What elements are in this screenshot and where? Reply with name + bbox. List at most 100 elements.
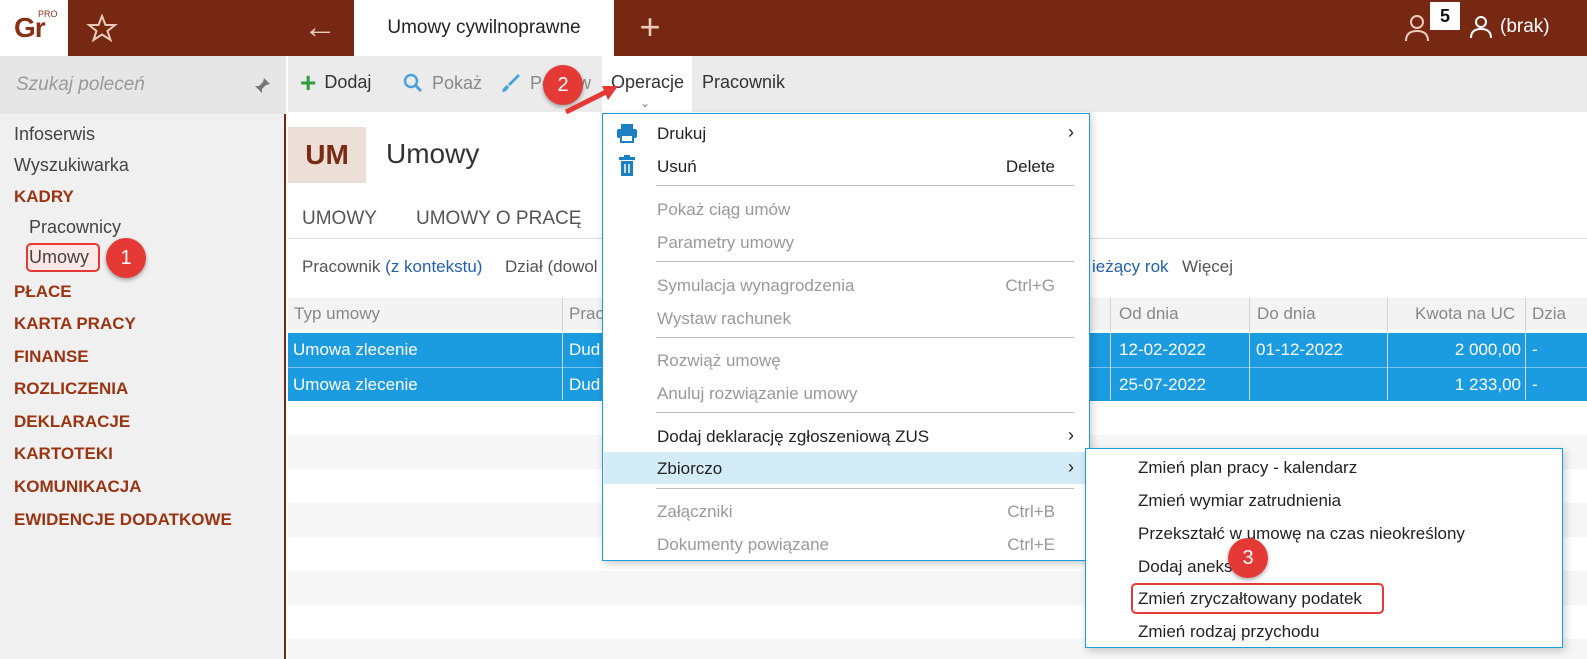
filter-dept[interactable]: Dział (dowol xyxy=(505,257,598,277)
notifications-badge[interactable]: 5 xyxy=(1430,2,1460,30)
col-separator xyxy=(1249,298,1250,400)
add-label: Dodaj xyxy=(324,72,372,92)
callout-1: 1 xyxy=(106,238,146,278)
col-separator xyxy=(1110,298,1111,400)
col-header-to[interactable]: Do dnia xyxy=(1257,304,1316,324)
submenu-item-income-type[interactable]: Zmień rodzaj przychodu xyxy=(1138,622,1319,642)
menu-related-label: Dokumenty powiązane xyxy=(657,535,829,554)
menu-cancel-term-label: Anuluj rozwiązanie umowy xyxy=(657,384,858,403)
menu-item-related[interactable]: Dokumenty powiązane Ctrl+E xyxy=(604,528,1088,560)
menu-item-cancel-termination[interactable]: Anuluj rozwiązanie umowy xyxy=(604,377,1088,409)
flat-tax-highlight xyxy=(1131,583,1384,614)
cell-type: Umowa zlecenie xyxy=(293,340,418,359)
menu-zus-label: Dodaj deklarację zgłoszeniową ZUS xyxy=(657,427,930,446)
back-arrow-icon[interactable]: ← xyxy=(300,10,340,46)
favorites-star-icon[interactable] xyxy=(86,13,118,43)
menu-item-terminate[interactable]: Rozwiąż umowę xyxy=(604,344,1088,376)
search-input[interactable]: Szukaj poleceń xyxy=(16,74,145,96)
col-header-from[interactable]: Od dnia xyxy=(1119,304,1179,324)
sidebar-section-rozliczenia[interactable]: ROZLICZENIA xyxy=(14,379,128,399)
employee-button[interactable]: Pracownik xyxy=(702,72,785,93)
menu-attach-label: Załączniki xyxy=(657,502,733,521)
menu-divider xyxy=(656,412,1074,413)
menu-item-simulation[interactable]: Symulacja wynagrodzenia Ctrl+G xyxy=(604,269,1088,301)
cell-amount: 2 000,00 xyxy=(1454,340,1521,359)
menu-related-shortcut: Ctrl+E xyxy=(1007,535,1055,554)
operations-label: Operacje xyxy=(611,72,685,92)
cell-from: 25-07-2022 xyxy=(1119,375,1206,394)
operator-icon xyxy=(1470,16,1492,39)
tab-umowy-cywilnoprawne[interactable]: Umowy cywilnoprawne xyxy=(354,0,614,56)
cell-employee: Dud xyxy=(569,375,601,394)
command-search[interactable]: Szukaj poleceń xyxy=(0,56,286,114)
submenu-item-working-time[interactable]: Zmień wymiar zatrudnienia xyxy=(1138,491,1341,511)
sidebar-section-finanse[interactable]: FINANSE xyxy=(14,347,89,367)
filter-employee-value[interactable]: (z kontekstu) xyxy=(385,257,482,276)
submenu-item-annex[interactable]: Dodaj aneks xyxy=(1138,557,1233,577)
sidebar-section-kartoteki[interactable]: KARTOTEKI xyxy=(14,444,113,464)
sidebar-section-kadry[interactable]: KADRY xyxy=(14,187,74,207)
cell-employee: Dud xyxy=(569,340,601,359)
top-bar xyxy=(0,0,1587,56)
col-header-dept[interactable]: Dzia xyxy=(1532,304,1566,324)
add-button[interactable]: + Dodaj xyxy=(300,66,372,98)
menu-item-delete[interactable]: Usuń Delete xyxy=(604,150,1088,182)
sidebar-item-umowy[interactable]: Umowy xyxy=(29,247,89,268)
menu-item-attachments[interactable]: Załączniki Ctrl+B xyxy=(604,495,1088,527)
filter-year[interactable]: ieżący rok xyxy=(1092,257,1169,277)
cell-dept: - xyxy=(1532,375,1538,394)
tab-umowy[interactable]: UMOWY xyxy=(302,208,377,230)
menu-item-bulk[interactable]: Zbiorczo › xyxy=(604,452,1088,484)
plus-icon: + xyxy=(300,66,317,98)
col-header-type[interactable]: Typ umowy xyxy=(294,304,380,324)
menu-terminate-label: Rozwiąż umowę xyxy=(657,351,781,370)
sidebar-section-deklaracje[interactable]: DEKLARACJE xyxy=(14,412,130,432)
sidebar-item-pracownicy[interactable]: Pracownicy xyxy=(29,217,121,238)
submenu-item-convert-indefinite[interactable]: Przekształć w umowę na czas nieokreślony xyxy=(1138,524,1465,544)
operations-button[interactable]: Operacje xyxy=(611,72,684,93)
operator-label: (brak) xyxy=(1500,16,1550,37)
cell-dept: - xyxy=(1532,340,1538,359)
filter-employee-label: Pracownik xyxy=(302,257,381,276)
submenu-item-calendar[interactable]: Zmień plan pracy - kalendarz xyxy=(1138,458,1357,478)
callout-3: 3 xyxy=(1228,538,1268,578)
operator-menu[interactable]: (brak) xyxy=(1468,14,1550,40)
menu-delete-label: Usuń xyxy=(657,157,697,176)
menu-divider xyxy=(656,261,1074,262)
sidebar-section-place[interactable]: PŁACE xyxy=(14,282,72,302)
menu-attach-shortcut: Ctrl+B xyxy=(1007,502,1055,521)
sidebar-section-ewidencje[interactable]: EWIDENCJE DODATKOWE xyxy=(14,510,232,530)
col-separator xyxy=(562,298,563,400)
app-logo[interactable]: Gr PRO xyxy=(0,0,68,56)
col-header-amount[interactable]: Kwota na UC xyxy=(1415,304,1515,324)
show-button[interactable]: Pokaż xyxy=(402,72,482,94)
menu-item-params[interactable]: Parametry umowy xyxy=(604,226,1088,258)
menu-divider xyxy=(656,337,1074,338)
sidebar-item-wyszukiwarka[interactable]: Wyszukiwarka xyxy=(14,155,129,176)
filter-employee[interactable]: Pracownik (z kontekstu) xyxy=(302,257,482,277)
page-title: Umowy xyxy=(386,138,480,169)
menu-item-zus[interactable]: Dodaj deklarację zgłoszeniową ZUS › xyxy=(604,420,1088,452)
menu-item-print[interactable]: Drukuj › xyxy=(604,117,1088,149)
pin-icon[interactable] xyxy=(252,76,272,96)
filter-more[interactable]: Więcej xyxy=(1182,257,1233,277)
col-separator xyxy=(1387,298,1388,400)
chevron-right-icon: › xyxy=(1068,122,1074,142)
col-header-employee[interactable]: Prac xyxy=(569,304,604,324)
menu-item-invoice[interactable]: Wystaw rachunek xyxy=(604,302,1088,334)
sidebar-item-infoserwis[interactable]: Infoserwis xyxy=(14,124,95,145)
chevron-right-icon: › xyxy=(1068,425,1074,445)
tab-umowy-o-prace[interactable]: UMOWY O PRACĘ xyxy=(416,208,581,230)
operations-menu: Drukuj › Usuń Delete Pokaż ciąg umów Par… xyxy=(602,113,1090,561)
menu-divider xyxy=(656,185,1074,186)
sidebar-section-komunikacja[interactable]: KOMUNIKACJA xyxy=(14,477,142,497)
menu-sim-shortcut: Ctrl+G xyxy=(1005,276,1055,295)
new-tab-plus-icon[interactable]: + xyxy=(634,8,666,48)
menu-item-chain[interactable]: Pokaż ciąg umów xyxy=(604,193,1088,225)
chevron-down-icon: ⌄ xyxy=(640,96,651,110)
employee-label: Pracownik xyxy=(702,72,786,92)
menu-divider xyxy=(656,488,1074,489)
sidebar-section-karta-pracy[interactable]: KARTA PRACY xyxy=(14,314,136,334)
chevron-right-icon: › xyxy=(1068,457,1074,477)
menu-print-label: Drukuj xyxy=(657,124,707,143)
